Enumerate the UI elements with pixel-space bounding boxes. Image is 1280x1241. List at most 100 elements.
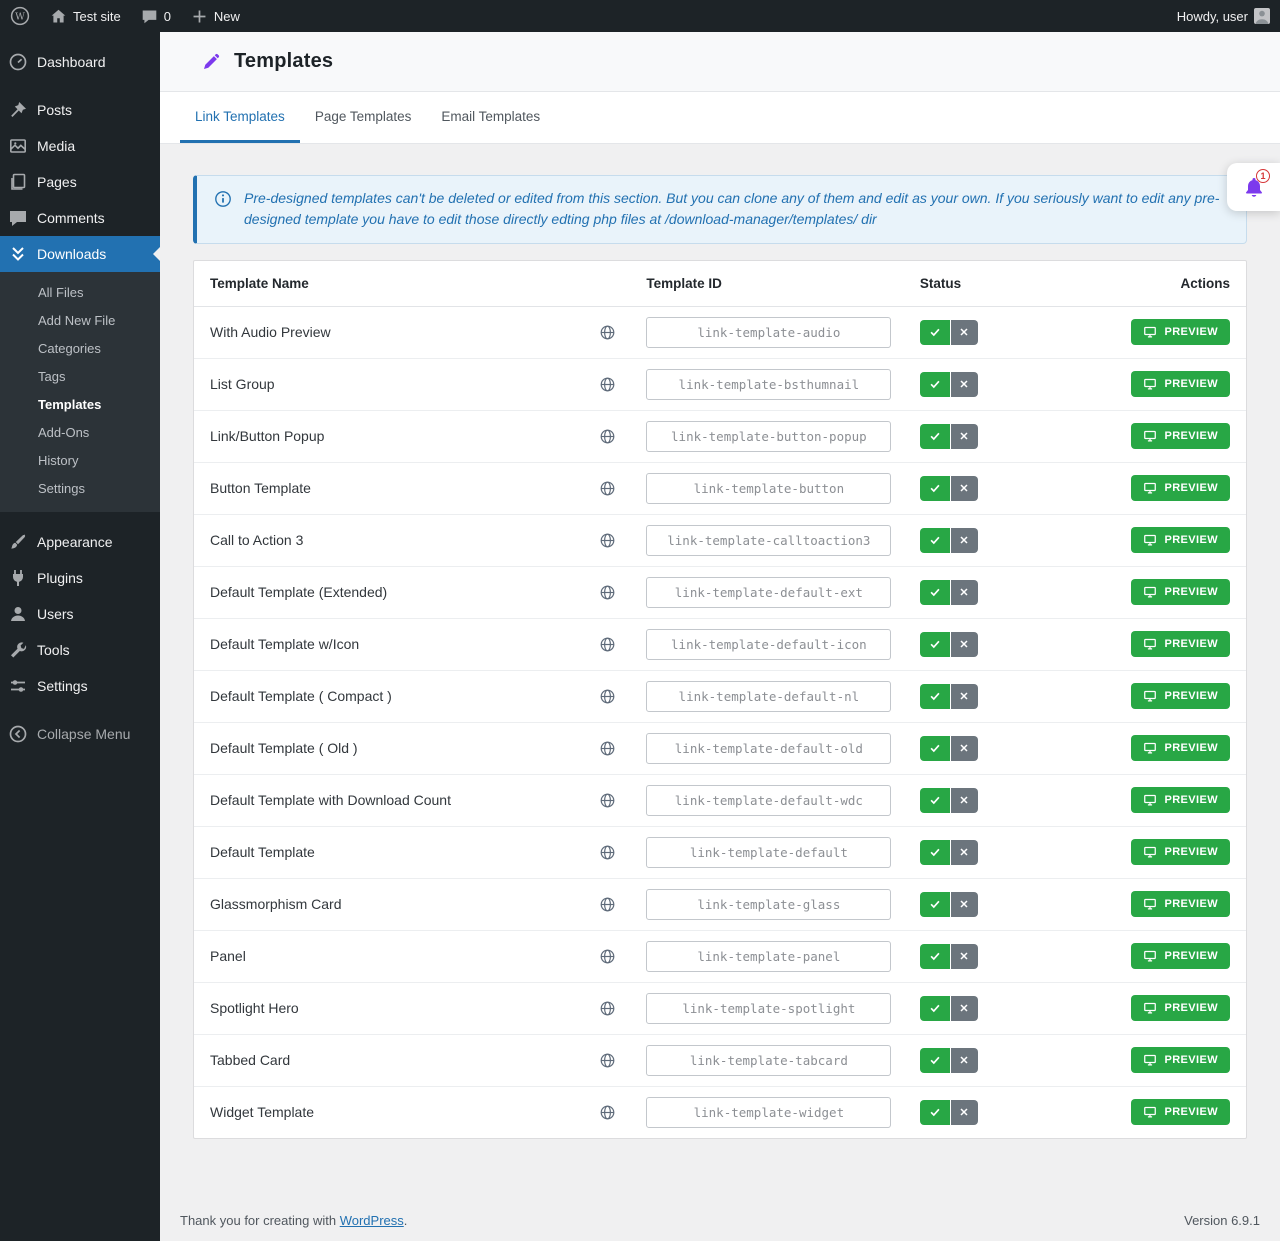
status-active-button[interactable] [920, 580, 950, 605]
submenu-item-add-ons[interactable]: Add-Ons [0, 419, 160, 447]
status-active-button[interactable] [920, 372, 950, 397]
site-name-menu[interactable]: Test site [40, 0, 131, 32]
sidebar-item-media[interactable]: Media [0, 128, 160, 164]
status-inactive-button[interactable] [951, 580, 978, 605]
status-inactive-button[interactable] [951, 372, 978, 397]
comments-menu[interactable]: 0 [131, 0, 181, 32]
status-active-button[interactable] [920, 788, 950, 813]
status-inactive-button[interactable] [951, 320, 978, 345]
status-active-button[interactable] [920, 684, 950, 709]
my-account-menu[interactable]: Howdy, user [1167, 0, 1280, 32]
preview-button[interactable]: PREVIEW [1131, 319, 1230, 345]
status-inactive-button[interactable] [951, 944, 978, 969]
submenu-item-history[interactable]: History [0, 447, 160, 475]
template-id-input[interactable] [646, 577, 891, 608]
preview-button[interactable]: PREVIEW [1131, 371, 1230, 397]
sidebar-item-users[interactable]: Users [0, 596, 160, 632]
status-active-button[interactable] [920, 1048, 950, 1073]
preview-button[interactable]: PREVIEW [1131, 1047, 1230, 1073]
status-inactive-button[interactable] [951, 684, 978, 709]
template-id-input[interactable] [646, 1045, 891, 1076]
new-content-menu[interactable]: New [181, 0, 250, 32]
preview-button[interactable]: PREVIEW [1131, 995, 1230, 1021]
preview-button[interactable]: PREVIEW [1131, 891, 1230, 917]
status-inactive-button[interactable] [951, 1048, 978, 1073]
tab-email-templates[interactable]: Email Templates [426, 92, 555, 143]
status-active-button[interactable] [920, 476, 950, 501]
template-id-input[interactable] [646, 993, 891, 1024]
col-template-id: Template ID [646, 261, 920, 307]
tab-page-templates[interactable]: Page Templates [300, 92, 427, 143]
preview-button[interactable]: PREVIEW [1131, 1099, 1230, 1125]
preview-button[interactable]: PREVIEW [1131, 631, 1230, 657]
template-id-input[interactable] [646, 1097, 891, 1128]
status-active-button[interactable] [920, 736, 950, 761]
wordpress-link[interactable]: WordPress [340, 1213, 404, 1228]
status-inactive-button[interactable] [951, 840, 978, 865]
sidebar-item-settings[interactable]: Settings [0, 668, 160, 704]
status-active-button[interactable] [920, 528, 950, 553]
status-inactive-button[interactable] [951, 892, 978, 917]
template-id-input[interactable] [646, 889, 891, 920]
monitor-icon [1143, 949, 1157, 963]
submenu-item-tags[interactable]: Tags [0, 363, 160, 391]
submenu-item-settings[interactable]: Settings [0, 475, 160, 503]
status-active-button[interactable] [920, 996, 950, 1021]
status-inactive-button[interactable] [951, 424, 978, 449]
template-id-input[interactable] [646, 525, 891, 556]
status-active-button[interactable] [920, 632, 950, 657]
template-id-input[interactable] [646, 317, 891, 348]
submenu-item-categories[interactable]: Categories [0, 335, 160, 363]
sidebar-item-comments[interactable]: Comments [0, 200, 160, 236]
wordpress-logo-menu[interactable]: W [0, 0, 40, 32]
status-inactive-button[interactable] [951, 476, 978, 501]
status-active-button[interactable] [920, 424, 950, 449]
template-id-input[interactable] [646, 421, 891, 452]
preview-button[interactable]: PREVIEW [1131, 579, 1230, 605]
status-active-button[interactable] [920, 320, 950, 345]
sidebar-item-appearance[interactable]: Appearance [0, 524, 160, 560]
sidebar-item-posts[interactable]: Posts [0, 92, 160, 128]
preview-button[interactable]: PREVIEW [1131, 527, 1230, 553]
preview-button[interactable]: PREVIEW [1131, 943, 1230, 969]
preview-button[interactable]: PREVIEW [1131, 683, 1230, 709]
template-id-input[interactable] [646, 369, 891, 400]
preview-button[interactable]: PREVIEW [1131, 735, 1230, 761]
check-icon [929, 794, 941, 806]
template-id-input[interactable] [646, 629, 891, 660]
preview-button[interactable]: PREVIEW [1131, 475, 1230, 501]
status-toggle [920, 944, 978, 969]
status-inactive-button[interactable] [951, 632, 978, 657]
template-id-input[interactable] [646, 837, 891, 868]
template-id-input[interactable] [646, 681, 891, 712]
submenu-item-add-new-file[interactable]: Add New File [0, 307, 160, 335]
status-active-button[interactable] [920, 944, 950, 969]
submenu-item-templates[interactable]: Templates [0, 391, 160, 419]
tab-link-templates[interactable]: Link Templates [180, 92, 300, 143]
status-active-button[interactable] [920, 840, 950, 865]
preview-button[interactable]: PREVIEW [1131, 423, 1230, 449]
submenu-item-all-files[interactable]: All Files [0, 279, 160, 307]
status-inactive-button[interactable] [951, 996, 978, 1021]
sidebar-item-tools[interactable]: Tools [0, 632, 160, 668]
sidebar-item-downloads[interactable]: Downloads [0, 236, 160, 272]
template-id-input[interactable] [646, 785, 891, 816]
status-active-button[interactable] [920, 1100, 950, 1125]
status-active-button[interactable] [920, 892, 950, 917]
sidebar-item-pages[interactable]: Pages [0, 164, 160, 200]
status-inactive-button[interactable] [951, 528, 978, 553]
sidebar-item-dashboard[interactable]: Dashboard [0, 44, 160, 80]
sidebar-item-plugins[interactable]: Plugins [0, 560, 160, 596]
status-toggle [920, 320, 978, 345]
template-id-input[interactable] [646, 941, 891, 972]
template-id-input[interactable] [646, 733, 891, 764]
template-id-input[interactable] [646, 473, 891, 504]
preview-button[interactable]: PREVIEW [1131, 839, 1230, 865]
notification-bell-button[interactable]: 1 [1227, 163, 1280, 211]
wordpress-icon: W [10, 6, 30, 26]
status-inactive-button[interactable] [951, 1100, 978, 1125]
preview-button[interactable]: PREVIEW [1131, 787, 1230, 813]
status-inactive-button[interactable] [951, 788, 978, 813]
status-inactive-button[interactable] [951, 736, 978, 761]
collapse-menu-button[interactable]: Collapse Menu [0, 716, 160, 752]
